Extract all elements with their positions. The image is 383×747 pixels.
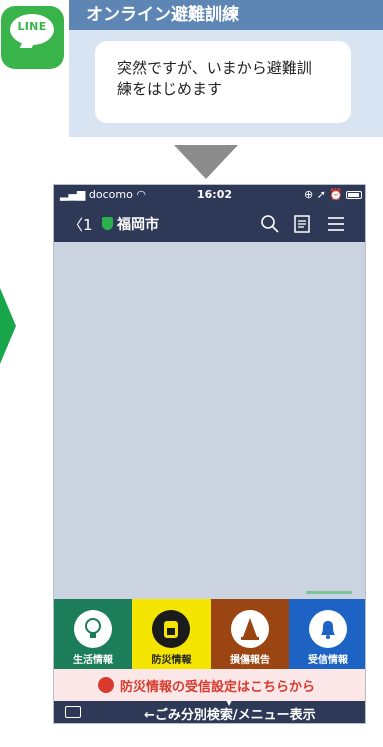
back-button[interactable]: 〈1 (68, 214, 93, 235)
bottom-menu-bar[interactable]: ▼ ←ごみ分別検索/メニュー表示 (54, 698, 365, 723)
menu-tile-disaster-info[interactable]: 防災情報 (132, 599, 211, 669)
status-bar: ▂▄▆ docomo ◠ 16:02 ⊕ ➚ ⏰ (54, 185, 365, 205)
chevron-left-icon: 〈 (68, 216, 84, 234)
menu-tile-damage-report[interactable]: 損傷報告 (211, 599, 289, 669)
message-text: 突然ですが、いまから避難訓 練をはじめます (117, 58, 339, 100)
chat-title: 福岡市 (117, 217, 159, 233)
chat-header: 〈1 福岡市 (54, 205, 365, 242)
bell-icon (309, 610, 347, 648)
traffic-cone-icon (231, 610, 269, 648)
banner-title: オンライン避難訓練 (86, 5, 239, 25)
down-arrow-icon (174, 145, 238, 179)
menu-tile-life-info[interactable]: 生活情報 (54, 599, 132, 669)
message-line-2: 練をはじめます (117, 80, 223, 98)
menu-tile-received-info[interactable]: 受信情報 (289, 599, 365, 669)
battery-icon (346, 191, 362, 199)
verified-shield-icon (102, 217, 113, 230)
menu-tile-label: 受信情報 (308, 655, 348, 666)
hamburger-menu-icon[interactable] (324, 213, 348, 235)
search-icon[interactable] (259, 213, 281, 235)
status-time: 16:02 (197, 188, 233, 201)
carrier-name: docomo (88, 188, 133, 201)
menu-tile-label: 生活情報 (73, 655, 113, 666)
receive-settings-text: 防災情報の受信設定はこちらから (120, 680, 316, 695)
message-preview-line (306, 591, 352, 594)
green-chevron-icon (0, 288, 16, 364)
wifi-icon: ◠ (136, 188, 146, 201)
line-logo-text: LINE (17, 20, 47, 33)
note-icon[interactable] (291, 213, 313, 235)
menu-tile-label: 損傷報告 (230, 655, 270, 666)
keyboard-icon[interactable] (65, 706, 81, 718)
backpack-icon (152, 610, 190, 648)
receive-settings-link[interactable]: 防災情報の受信設定はこちらから (54, 669, 365, 701)
alert-icon (98, 677, 114, 693)
signal-icon: ▂▄▆ (60, 188, 89, 201)
lightbulb-icon (74, 610, 112, 648)
message-line-1: 突然ですが、いまから避難訓 (117, 59, 312, 77)
chat-area[interactable] (54, 242, 365, 599)
back-count: 1 (83, 216, 93, 234)
menu-toggle-label[interactable]: ←ごみ分別検索/メニュー表示 (144, 704, 316, 723)
phone-screenshot: ▂▄▆ docomo ◠ 16:02 ⊕ ➚ ⏰ 〈1 福岡市 生活情報 防災情… (53, 184, 366, 724)
menu-tile-label: 防災情報 (151, 655, 192, 666)
status-icons: ⊕ ➚ ⏰ (304, 188, 344, 201)
carrier-signal: ▂▄▆ docomo ◠ (60, 188, 146, 201)
